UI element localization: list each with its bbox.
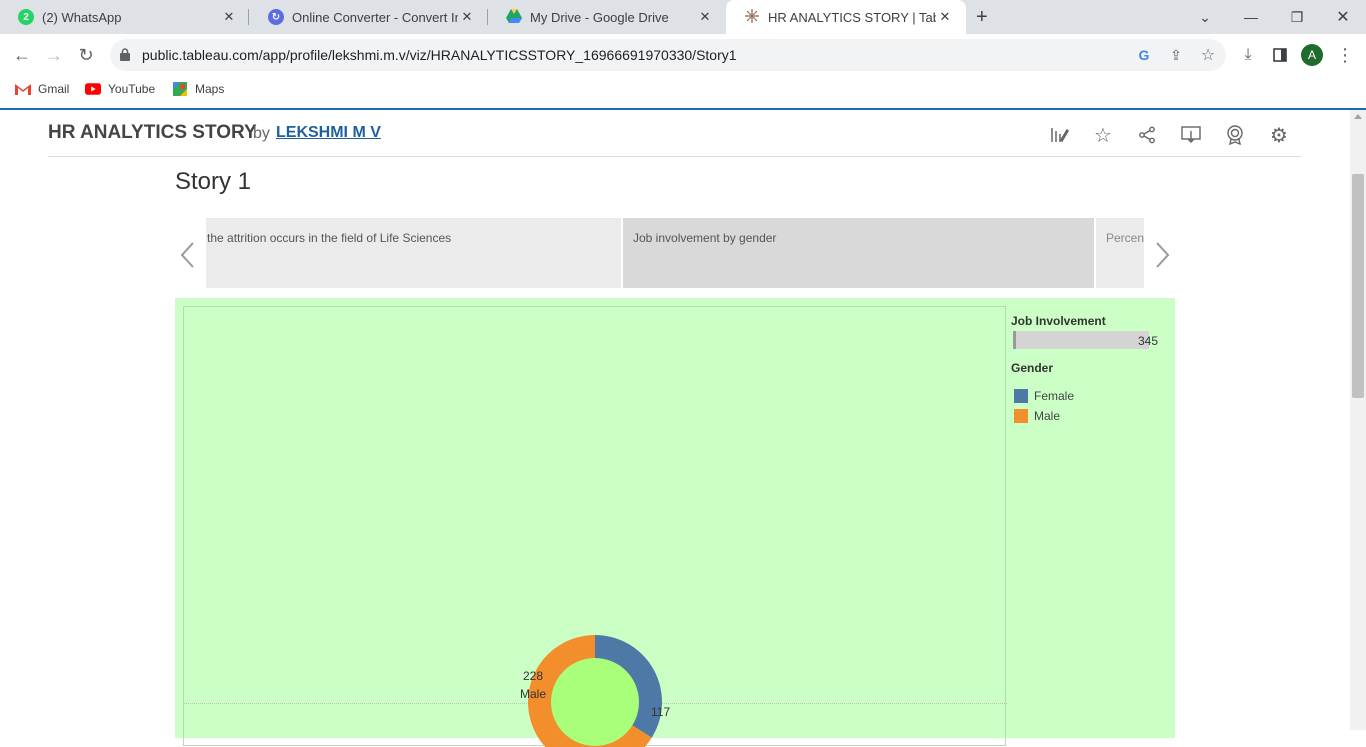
tab-title: HR ANALYTICS STORY | Tableau <box>768 9 936 25</box>
male-value-label: 228 <box>523 669 544 683</box>
bookmark-maps[interactable]: Maps <box>172 82 224 96</box>
close-icon[interactable]: ✕ <box>696 9 714 25</box>
bookmark-star-icon[interactable]: ☆ <box>1198 45 1218 65</box>
story-point-active[interactable]: Job involvement by gender <box>623 218 1094 288</box>
browser-toolbar: ← → ↻ public.tableau.com/app/profile/lek… <box>0 34 1366 76</box>
male-name-label: Male <box>520 687 547 701</box>
size-legend-bar[interactable] <box>1013 331 1149 349</box>
close-icon[interactable]: ✕ <box>220 9 238 25</box>
award-icon[interactable] <box>1224 124 1246 146</box>
close-icon[interactable]: ✕ <box>458 9 476 25</box>
url-text[interactable]: public.tableau.com/app/profile/lekshmi.m… <box>142 47 737 63</box>
female-value-label: 117 <box>651 705 671 719</box>
chart-area[interactable]: 228 Male 117 <box>183 306 1007 747</box>
bookmark-label: YouTube <box>108 82 156 96</box>
converter-icon: ↻ <box>268 9 284 25</box>
scrollbar-thumb[interactable] <box>1352 174 1364 398</box>
size-legend-max: 345 <box>1138 334 1159 348</box>
address-bar[interactable]: public.tableau.com/app/profile/lekshmi.m… <box>110 39 1226 71</box>
tab-whatsapp[interactable]: 2 (2) WhatsApp ✕ <box>0 0 250 34</box>
tab-strip: 2 (2) WhatsApp ✕ ↻ Online Converter - Co… <box>0 0 1366 34</box>
restore-icon[interactable]: ❐ <box>1274 0 1320 34</box>
header-divider <box>48 156 1301 157</box>
bookmark-gmail[interactable]: Gmail <box>15 82 69 96</box>
bookmark-label: Maps <box>195 82 225 96</box>
story-title: Story 1 <box>175 168 252 195</box>
side-panel-icon[interactable] <box>1265 40 1295 70</box>
bookmark-label: Gmail <box>38 82 70 96</box>
forward-arrow-icon[interactable]: → <box>39 40 69 70</box>
youtube-icon <box>85 83 101 95</box>
legend-swatch <box>1014 389 1028 403</box>
legend-label: Female <box>1034 389 1075 403</box>
donut-center <box>551 658 639 746</box>
minimize-icon[interactable]: — <box>1228 0 1274 34</box>
tab-online-converter[interactable]: ↻ Online Converter - Convert Imag ✕ <box>250 0 488 34</box>
settings-gear-icon[interactable]: ⚙ <box>1268 124 1290 147</box>
dashboard: 228 Male 117 Job Involvement 345 Gender … <box>175 298 1175 747</box>
google-translate-icon[interactable]: G <box>1134 45 1154 65</box>
download-icon[interactable]: ⤓ <box>1233 40 1263 70</box>
profile-avatar[interactable]: A <box>1301 44 1323 66</box>
legend-label: Male <box>1034 409 1061 423</box>
legend-swatch <box>1014 409 1028 423</box>
close-window-icon[interactable]: ✕ <box>1320 0 1366 34</box>
share-icon[interactable] <box>1136 124 1158 146</box>
story-point[interactable]: the attrition occurs in the field of Lif… <box>206 218 621 288</box>
viz-by-label: by <box>253 125 270 142</box>
author-link[interactable]: LEKSHMI M V <box>276 124 381 142</box>
edit-icon[interactable] <box>1048 124 1070 146</box>
tab-title: Online Converter - Convert Imag <box>292 9 458 25</box>
gmail-icon <box>15 84 31 95</box>
bookmark-youtube[interactable]: YouTube <box>85 82 155 96</box>
favorite-star-icon[interactable]: ☆ <box>1092 124 1114 147</box>
lock-icon[interactable] <box>120 48 130 66</box>
bookmarks-bar: Gmail YouTube Maps <box>0 76 1366 108</box>
back-arrow-icon[interactable]: ← <box>7 40 37 70</box>
tab-divider <box>248 9 249 25</box>
legend-item-female[interactable]: Female <box>1014 389 1074 403</box>
tab-google-drive[interactable]: My Drive - Google Drive ✕ <box>488 0 726 34</box>
story-point[interactable]: Percen <box>1096 218 1144 288</box>
color-legend-title: Gender <box>1011 361 1054 375</box>
tab-title: (2) WhatsApp <box>42 9 122 25</box>
download-icon[interactable] <box>1180 124 1202 146</box>
new-tab-button[interactable]: + <box>976 6 988 29</box>
google-drive-icon <box>506 8 522 26</box>
legend-item-male[interactable]: Male <box>1014 409 1060 423</box>
scroll-up-icon[interactable] <box>1354 114 1362 119</box>
donut-chart[interactable] <box>184 307 1007 747</box>
whatsapp-icon: 2 <box>18 9 34 25</box>
tab-title: My Drive - Google Drive <box>530 9 669 25</box>
maps-icon <box>173 82 187 96</box>
page-scrollbar[interactable] <box>1350 110 1366 730</box>
reload-icon[interactable]: ↻ <box>71 40 101 70</box>
kebab-menu-icon[interactable]: ⋮ <box>1330 40 1360 70</box>
page-content: HR ANALYTICS STORY by LEKSHMI M V ☆ ⚙ St… <box>0 108 1366 747</box>
viz-title: HR ANALYTICS STORY <box>48 122 257 143</box>
share-icon[interactable]: ⇪ <box>1166 45 1186 65</box>
close-icon[interactable]: ✕ <box>936 9 954 25</box>
tab-tableau[interactable]: HR ANALYTICS STORY | Tableau ✕ <box>726 0 966 34</box>
tab-search-chevron-down-icon[interactable]: ⌄ <box>1182 0 1228 34</box>
story-prev-chevron-icon[interactable] <box>178 235 198 275</box>
size-legend-title: Job Involvement <box>1011 314 1106 328</box>
story-next-chevron-icon[interactable] <box>1152 235 1172 275</box>
tableau-icon <box>744 8 760 27</box>
